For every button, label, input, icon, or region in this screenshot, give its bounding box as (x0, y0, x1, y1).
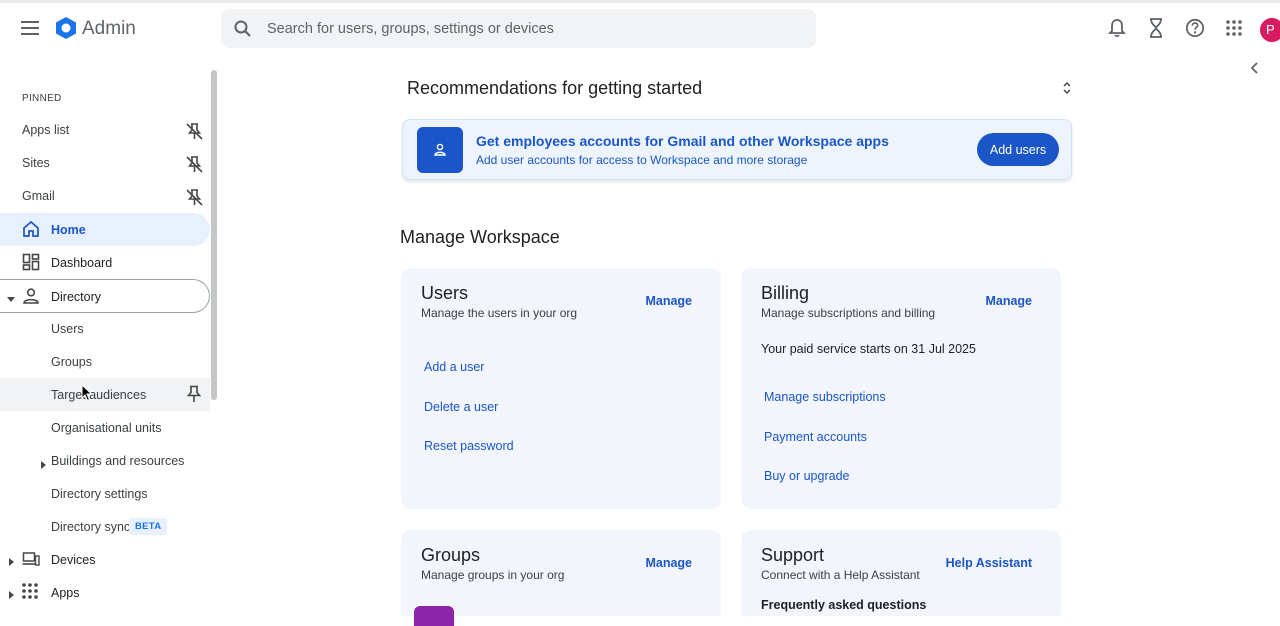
sidebar-item-groups[interactable]: Groups (0, 345, 210, 378)
sidebar-item-directory-sync[interactable]: Directory sync BETA (0, 510, 210, 543)
add-user-icon (417, 127, 463, 173)
chevron-left-icon[interactable] (1248, 60, 1262, 76)
sidebar-item-buildings[interactable]: Buildings and resources (0, 444, 210, 477)
card-title: Groups (421, 545, 481, 565)
search-input[interactable] (267, 9, 807, 48)
pinned-item-label: Apps list (22, 123, 70, 137)
bell-icon[interactable] (1106, 17, 1128, 39)
sidebar-item-label: Home (51, 223, 86, 237)
recommendation-heading[interactable]: Get employees accounts for Gmail and oth… (476, 133, 889, 149)
sidebar-item-devices[interactable]: Devices (0, 543, 210, 576)
sidebar-item-label: Directory sync (51, 520, 131, 534)
groups-card: Groups Manage groups in your org Manage (401, 530, 721, 626)
person-icon (22, 287, 40, 305)
faq-heading: Frequently asked questions (761, 598, 927, 612)
home-icon (22, 220, 40, 238)
devices-icon (22, 550, 40, 568)
sidebar-item-label: Dashboard (51, 256, 113, 270)
sidebar-item-dashboard[interactable]: Dashboard (0, 246, 210, 279)
dashboard-icon (22, 253, 40, 271)
add-user-link[interactable]: Add a user (424, 360, 484, 374)
sidebar-item-label: Devices (51, 553, 96, 567)
card-subtitle: Manage the users in your org (421, 306, 578, 320)
pin-icon[interactable] (186, 385, 202, 403)
menu-icon[interactable] (16, 14, 44, 42)
avatar[interactable]: P (1260, 18, 1280, 42)
groups-illustration (414, 606, 454, 626)
pinned-item-sites[interactable]: Sites (0, 147, 212, 180)
reset-password-link[interactable]: Reset password (424, 439, 514, 453)
sidebar-item-label: Groups (51, 355, 92, 369)
section-title: Manage Workspace (400, 227, 560, 247)
pinned-heading: PINNED (22, 93, 62, 104)
sidebar-item-label: Apps (51, 586, 80, 600)
admin-logo-icon[interactable] (54, 16, 78, 40)
recommendations-title: Recommendations for getting started (407, 78, 703, 98)
sidebar-item-users[interactable]: Users (0, 312, 210, 345)
help-assistant-link[interactable]: Help Assistant (946, 556, 1032, 570)
add-users-button[interactable]: Add users (977, 133, 1059, 166)
help-icon[interactable] (1184, 17, 1206, 39)
beta-badge: BETA (129, 518, 168, 535)
manage-subscriptions-link[interactable]: Manage subscriptions (764, 390, 886, 404)
top-bar: Admin P (0, 3, 1280, 55)
mouse-cursor-icon (81, 383, 93, 402)
billing-note: Your paid service starts on 31 Jul 2025 (761, 342, 976, 356)
expand-collapse-icon[interactable] (1060, 80, 1074, 96)
card-subtitle: Manage groups in your org (421, 568, 565, 582)
card-title: Users (421, 283, 469, 303)
unpin-icon[interactable] (184, 187, 204, 207)
search-bar[interactable] (221, 9, 816, 48)
payment-accounts-link[interactable]: Payment accounts (764, 430, 867, 444)
apps-grid-icon (22, 583, 40, 601)
search-icon[interactable] (233, 19, 253, 39)
card-subtitle: Connect with a Help Assistant (761, 568, 920, 582)
unpin-icon[interactable] (184, 154, 204, 174)
card-title: Billing (761, 283, 810, 303)
app-title[interactable]: Admin (82, 18, 136, 40)
users-manage-link[interactable]: Manage (645, 294, 692, 308)
card-subtitle: Manage subscriptions and billing (761, 306, 936, 320)
sidebar-item-directory-settings[interactable]: Directory settings (0, 477, 210, 510)
pinned-item-label: Gmail (22, 189, 55, 203)
sidebar-item-label: Organisational units (51, 421, 162, 435)
sidebar-item-target-audiences[interactable]: Target audiences (0, 378, 210, 411)
groups-manage-link[interactable]: Manage (645, 556, 692, 570)
card-title: Support (761, 545, 825, 565)
sidebar-item-label: Buildings and resources (51, 454, 185, 468)
caret-down-icon[interactable] (6, 291, 16, 302)
support-card: Support Connect with a Help Assistant He… (741, 530, 1061, 616)
billing-manage-link[interactable]: Manage (985, 294, 1032, 308)
recommendation-subtitle: Add user accounts for access to Workspac… (476, 153, 808, 167)
delete-user-link[interactable]: Delete a user (424, 400, 498, 414)
pinned-item-gmail[interactable]: Gmail (0, 180, 212, 213)
sidebar-item-directory[interactable]: Directory (0, 279, 210, 313)
sidebar-item-apps[interactable]: Apps (0, 576, 210, 609)
sidebar-item-org-units[interactable]: Organisational units (0, 411, 210, 444)
sidebar-item-label: Target audiences (51, 388, 147, 402)
apps-grid-icon[interactable] (1223, 17, 1245, 39)
sidebar-item-label: Directory settings (51, 487, 148, 501)
caret-right-icon[interactable] (39, 456, 47, 469)
caret-right-icon[interactable] (6, 554, 16, 566)
recommendation-card: Get employees accounts for Gmail and oth… (402, 119, 1072, 180)
users-card: Users Manage the users in your org Manag… (401, 268, 721, 509)
sidebar-item-home[interactable]: Home (0, 213, 210, 246)
sidebar-item-label: Users (51, 322, 84, 336)
hourglass-icon[interactable] (1145, 17, 1167, 39)
unpin-icon[interactable] (184, 121, 204, 141)
buy-upgrade-link[interactable]: Buy or upgrade (764, 469, 849, 483)
caret-right-icon[interactable] (6, 587, 16, 599)
pinned-item-label: Sites (22, 156, 50, 170)
sidebar-item-label: Directory (51, 290, 102, 304)
billing-card: Billing Manage subscriptions and billing… (741, 268, 1061, 509)
pinned-item-apps-list[interactable]: Apps list (0, 114, 212, 147)
